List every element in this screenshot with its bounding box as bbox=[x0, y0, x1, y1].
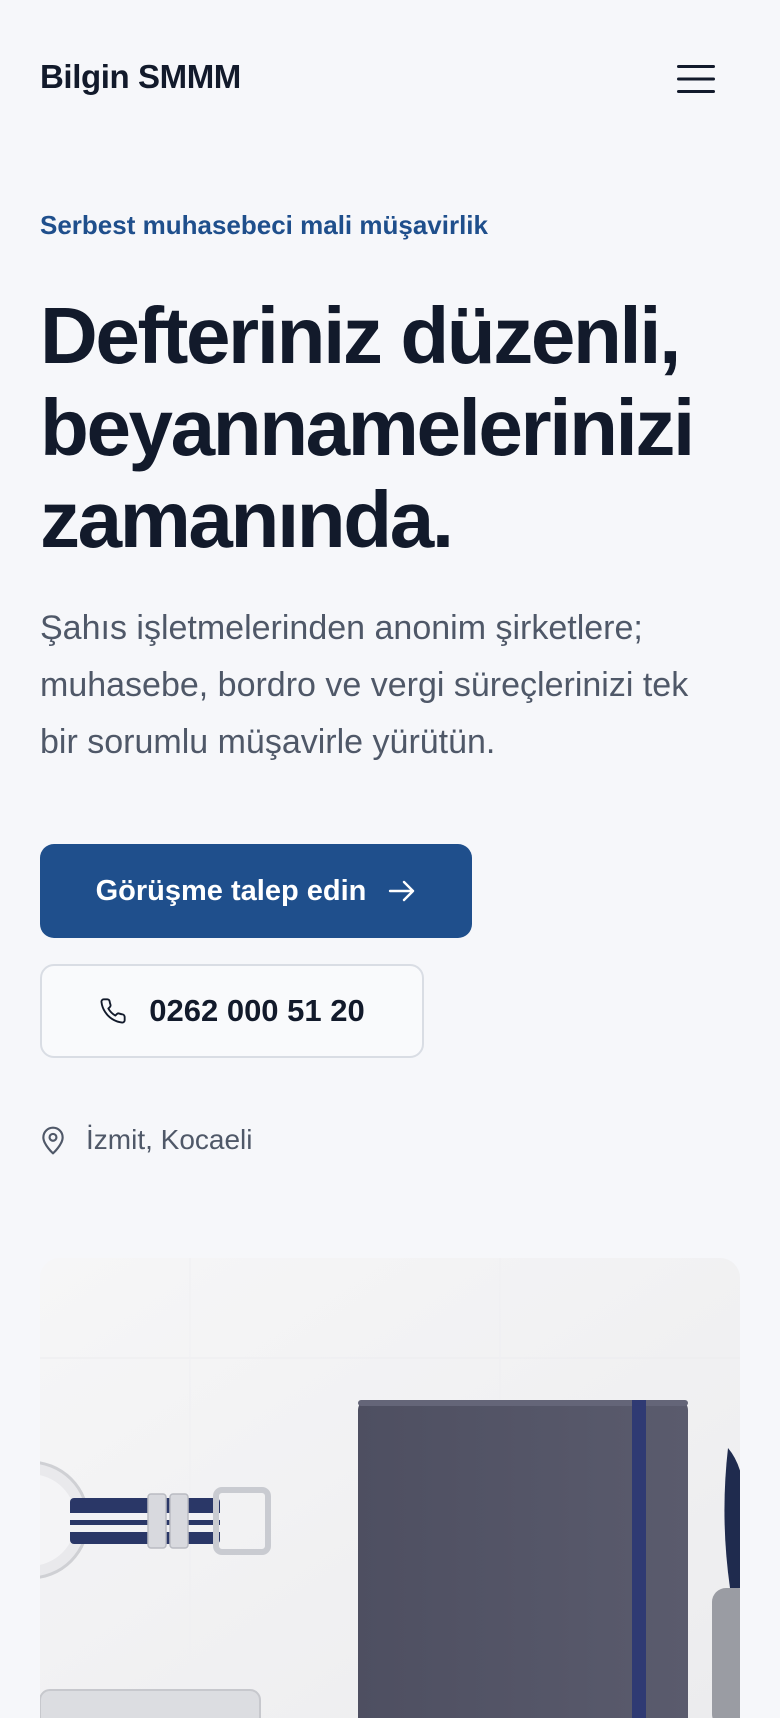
request-meeting-label: Görüşme talep edin bbox=[95, 874, 367, 907]
description-line: muhasebe, bordro ve vergi süreçlerinizi … bbox=[40, 666, 689, 704]
phone-call-button[interactable]: 0262 000 51 20 bbox=[40, 964, 424, 1058]
hamburger-menu-icon bbox=[677, 65, 715, 93]
location-info: İzmit, Kocaeli bbox=[40, 1124, 253, 1156]
notebook bbox=[358, 1400, 688, 1718]
site-header: Bilgin SMMM bbox=[0, 0, 780, 160]
silver-device bbox=[40, 1689, 261, 1718]
hero-eyebrow: Serbest muhasebeci mali müşavirlik bbox=[40, 210, 488, 240]
headline-line: beyannamelerinizi bbox=[40, 383, 695, 472]
hero-photo bbox=[40, 1258, 740, 1718]
description-line: Şahıs işletmelerinden anonim şirketlere; bbox=[40, 609, 643, 647]
headline-line: Defteriniz düzenli, bbox=[40, 291, 681, 380]
phone-number: 0262 000 51 20 bbox=[149, 993, 365, 1028]
desk-photo-illustration bbox=[40, 1258, 740, 1718]
map-pin-icon bbox=[42, 1126, 64, 1155]
brand-logo-text[interactable]: Bilgin SMMM bbox=[40, 58, 241, 96]
hero-description: Şahıs işletmelerinden anonim şirketlere;… bbox=[40, 600, 750, 771]
headline-line: zamanında. bbox=[40, 475, 454, 564]
description-line: bir sorumlu müşavirle yürütün. bbox=[40, 723, 496, 761]
menu-button[interactable] bbox=[670, 58, 722, 100]
request-meeting-button[interactable]: Görüşme talep edin bbox=[40, 844, 472, 938]
hero-headline: Defteriniz düzenli, beyannamelerinizi za… bbox=[40, 290, 760, 566]
phone-icon bbox=[100, 998, 126, 1024]
arrow-right-icon bbox=[389, 880, 415, 902]
location-label: İzmit, Kocaeli bbox=[86, 1124, 253, 1155]
